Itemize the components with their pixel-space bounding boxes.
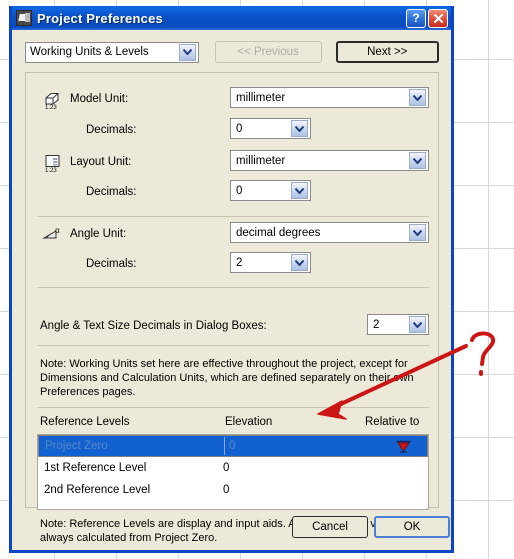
- layout-unit-row: 1.23 Layout Unit:: [42, 151, 132, 174]
- relative-to-header: Relative to: [365, 416, 420, 428]
- close-button[interactable]: [428, 8, 448, 28]
- model-unit-icon: 1.23: [42, 89, 64, 111]
- working-units-note: Note: Working Units set here are effecti…: [40, 358, 414, 398]
- chevron-down-icon[interactable]: [291, 182, 308, 199]
- reference-level-name: Project Zero: [45, 440, 108, 452]
- svg-text:α: α: [55, 226, 60, 235]
- dialog-decimals-label: Angle & Text Size Decimals in Dialog Box…: [40, 320, 267, 332]
- dialog-body: Working Units & Levels << Previous Next …: [12, 30, 451, 550]
- chevron-down-icon[interactable]: [291, 254, 308, 271]
- cancel-button-label: Cancel: [312, 521, 348, 533]
- angle-unit-icon: α: [42, 224, 64, 244]
- settings-panel: 1.23 Model Unit: millimeter Decimals: 0: [25, 72, 439, 544]
- preference-page-select[interactable]: Working Units & Levels: [25, 41, 199, 63]
- next-button[interactable]: Next >>: [335, 41, 439, 63]
- ok-button[interactable]: OK: [374, 516, 450, 538]
- angle-unit-value: decimal degrees: [236, 226, 321, 239]
- divider-3: [37, 345, 429, 346]
- chevron-down-icon[interactable]: [291, 120, 308, 137]
- layout-decimals-select[interactable]: 0: [230, 180, 311, 201]
- dialog-decimals-row: Angle & Text Size Decimals in Dialog Box…: [40, 315, 267, 337]
- reference-level-elevation[interactable]: 0: [223, 484, 378, 496]
- navigation-row: Working Units & Levels << Previous Next …: [25, 41, 439, 63]
- reference-levels-header: Reference Levels: [40, 416, 130, 428]
- angle-unit-row: α Angle Unit:: [42, 223, 126, 245]
- divider-2: [37, 287, 429, 288]
- angle-decimals-value: 2: [236, 256, 243, 269]
- layout-unit-value: millimeter: [236, 154, 286, 167]
- model-decimals-value: 0: [236, 122, 243, 135]
- layout-unit-icon: 1.23: [42, 152, 64, 174]
- chevron-down-icon[interactable]: [409, 316, 426, 333]
- chevron-down-icon[interactable]: [178, 43, 196, 61]
- datum-triangle-icon[interactable]: [379, 439, 427, 453]
- svg-text:1.23: 1.23: [45, 168, 57, 172]
- model-decimals-label: Decimals:: [86, 124, 137, 136]
- project-preferences-dialog: Project Preferences ? Working Units & Le…: [9, 6, 454, 553]
- window-title: Project Preferences: [37, 10, 163, 26]
- reference-level-elevation[interactable]: 0: [223, 462, 378, 474]
- divider-1: [37, 216, 429, 217]
- help-icon: ?: [412, 11, 420, 25]
- angle-unit-select[interactable]: decimal degrees: [230, 222, 429, 243]
- previous-button[interactable]: << Previous: [214, 41, 322, 63]
- layout-decimals-label: Decimals:: [86, 186, 137, 198]
- table-row[interactable]: Project Zero 0: [38, 435, 428, 457]
- model-unit-row: 1.23 Model Unit:: [42, 88, 129, 111]
- angle-unit-label: Angle Unit:: [70, 228, 127, 240]
- dialog-decimals-select[interactable]: 2: [367, 314, 429, 335]
- dialog-button-bar: Cancel OK: [12, 516, 451, 546]
- angle-decimals-label: Decimals:: [86, 258, 137, 270]
- next-button-label: Next >>: [367, 46, 408, 58]
- model-unit-value: millimeter: [236, 91, 286, 104]
- preference-page-select-value: Working Units & Levels: [30, 46, 149, 58]
- model-unit-label: Model Unit:: [70, 93, 129, 105]
- previous-button-label: << Previous: [237, 46, 299, 58]
- cancel-button[interactable]: Cancel: [292, 516, 368, 538]
- reference-level-name: 2nd Reference Level: [44, 484, 151, 496]
- table-row[interactable]: 1st Reference Level 0: [38, 457, 428, 479]
- model-decimals-row: Decimals:: [86, 119, 136, 141]
- layout-decimals-value: 0: [236, 184, 243, 197]
- layout-decimals-row: Decimals:: [86, 181, 136, 203]
- reference-levels-table[interactable]: Project Zero 0 1st Reference Level 0 2nd…: [37, 434, 429, 510]
- table-row[interactable]: 2nd Reference Level 0: [38, 479, 428, 501]
- svg-text:1.23: 1.23: [45, 105, 57, 109]
- dialog-decimals-value: 2: [373, 318, 380, 331]
- layout-unit-label: Layout Unit:: [70, 156, 132, 168]
- reference-level-elevation[interactable]: 0: [224, 437, 379, 455]
- layout-unit-select[interactable]: millimeter: [230, 150, 429, 171]
- chevron-down-icon[interactable]: [409, 224, 426, 241]
- model-unit-select[interactable]: millimeter: [230, 87, 429, 108]
- chevron-down-icon[interactable]: [409, 152, 426, 169]
- model-decimals-select[interactable]: 0: [230, 118, 311, 139]
- angle-decimals-row: Decimals:: [86, 253, 136, 275]
- help-button[interactable]: ?: [406, 8, 426, 28]
- title-bar[interactable]: Project Preferences ?: [12, 6, 451, 30]
- reference-level-name: 1st Reference Level: [44, 462, 147, 474]
- angle-decimals-select[interactable]: 2: [230, 252, 311, 273]
- app-window-icon: [16, 10, 32, 26]
- elevation-header: Elevation: [225, 416, 273, 428]
- divider-4: [37, 407, 429, 408]
- close-icon: [433, 13, 443, 23]
- ok-button-label: OK: [403, 521, 421, 533]
- chevron-down-icon[interactable]: [409, 89, 426, 106]
